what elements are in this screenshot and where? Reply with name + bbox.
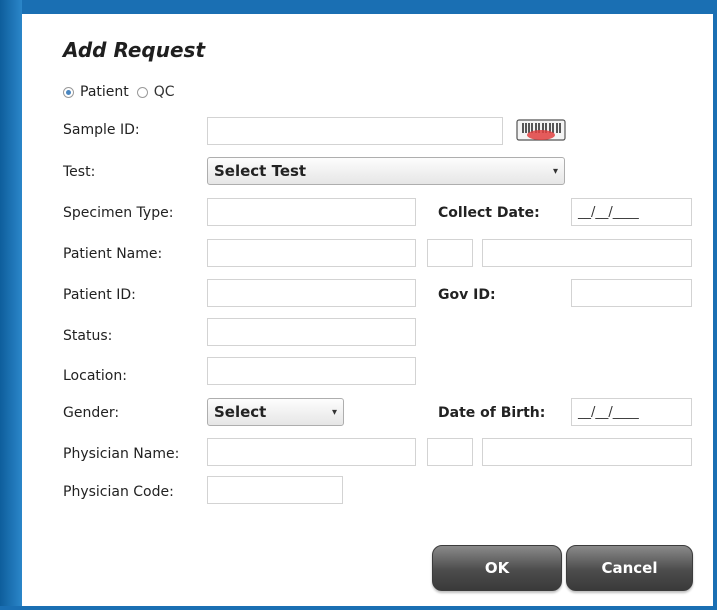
specimen-type-input[interactable] [207, 198, 416, 226]
test-select[interactable]: Select Test ▾ [207, 157, 565, 185]
patient-radio-label[interactable]: Patient [80, 84, 129, 100]
test-label: Test: [63, 164, 96, 180]
physician-last-name-input[interactable] [207, 438, 416, 466]
date-of-birth-input[interactable]: __/__/____ [571, 398, 692, 426]
patient-last-name-input[interactable] [207, 239, 416, 267]
gender-select[interactable]: Select ▾ [207, 398, 344, 426]
collect-date-value: __/__/____ [578, 204, 639, 220]
physician-code-input[interactable] [207, 476, 343, 504]
location-label: Location: [63, 368, 127, 384]
dialog-title: Add Request [63, 38, 206, 62]
patient-id-input[interactable] [207, 279, 416, 307]
physician-middle-initial-input[interactable] [427, 438, 473, 466]
sample-id-input[interactable] [207, 117, 503, 145]
date-of-birth-label: Date of Birth: [438, 405, 546, 421]
patient-first-name-input[interactable] [482, 239, 692, 267]
patient-name-label: Patient Name: [63, 246, 163, 262]
window-frame-bottom [0, 606, 717, 610]
window-frame-left [0, 0, 22, 610]
add-request-dialog: Add Request Patient QC Sample ID: Test: … [0, 0, 717, 610]
status-input[interactable] [207, 318, 416, 346]
barcode-scan-icon[interactable] [516, 119, 566, 141]
patient-id-label: Patient ID: [63, 287, 136, 303]
date-of-birth-value: __/__/____ [578, 404, 639, 420]
dropdown-arrow-icon: ▾ [331, 406, 337, 418]
qc-radio[interactable] [136, 86, 148, 98]
ok-button[interactable]: OK [432, 545, 562, 591]
gender-select-value: Select [214, 403, 267, 421]
gov-id-input[interactable] [571, 279, 692, 307]
status-label: Status: [63, 328, 113, 344]
physician-first-name-input[interactable] [482, 438, 692, 466]
gender-label: Gender: [63, 405, 120, 421]
physician-code-label: Physician Code: [63, 484, 174, 500]
dialog-panel [22, 14, 713, 606]
collect-date-label: Collect Date: [438, 205, 540, 221]
window-frame-right [713, 0, 717, 610]
specimen-type-label: Specimen Type: [63, 205, 174, 221]
physician-name-label: Physician Name: [63, 446, 180, 462]
qc-radio-label[interactable]: QC [154, 84, 175, 100]
request-type-radio-group: Patient QC [63, 84, 183, 100]
sample-id-label: Sample ID: [63, 122, 140, 138]
cancel-button[interactable]: Cancel [566, 545, 693, 591]
gov-id-label: Gov ID: [438, 287, 496, 303]
test-select-value: Select Test [214, 162, 307, 180]
dropdown-arrow-icon: ▾ [552, 165, 558, 177]
patient-radio[interactable] [63, 86, 74, 98]
location-input[interactable] [207, 357, 416, 385]
collect-date-input[interactable]: __/__/____ [571, 198, 692, 226]
patient-middle-initial-input[interactable] [427, 239, 473, 267]
window-frame-top [0, 0, 717, 14]
